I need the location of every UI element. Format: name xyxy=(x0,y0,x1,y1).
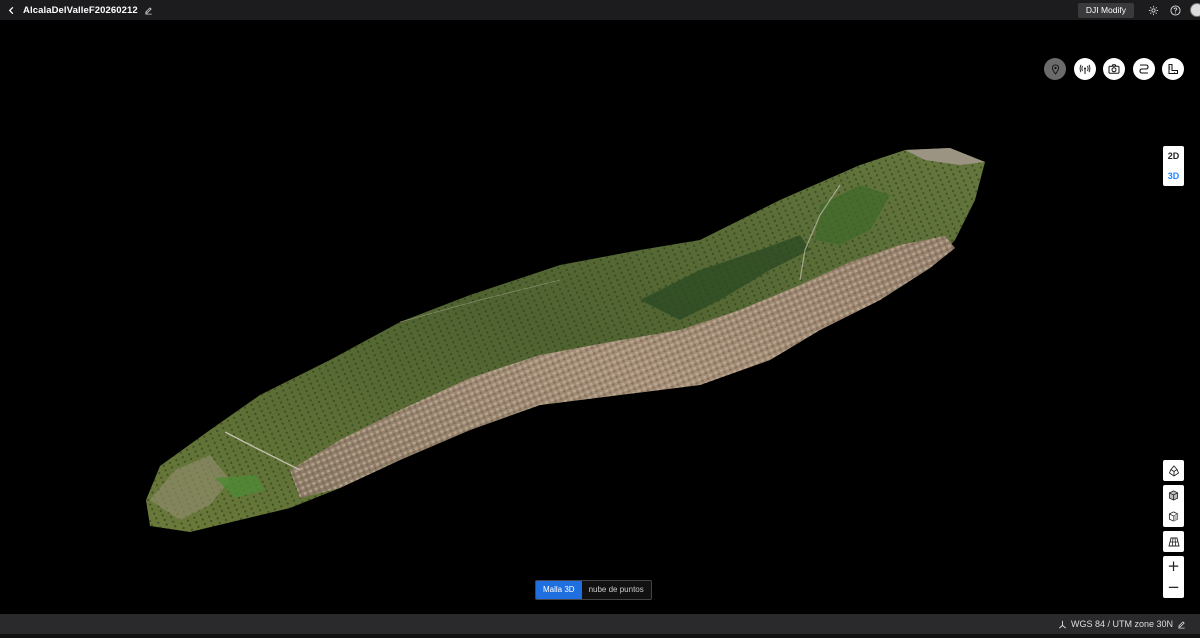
route-icon xyxy=(1139,64,1149,74)
back-button[interactable] xyxy=(1,0,21,20)
coordinate-system-label: WGS 84 / UTM zone 30N xyxy=(1070,619,1173,629)
project-title: AlcalaDelValleF20260212 xyxy=(23,4,138,16)
camera-button[interactable] xyxy=(1103,58,1126,80)
bottom-strip xyxy=(0,634,1200,638)
chevron-left-icon xyxy=(8,6,13,14)
coordinate-system-display: WGS 84 / UTM zone 30N xyxy=(1058,614,1186,634)
ruler-corner-icon xyxy=(1168,64,1179,74)
pointcloud-mode-button[interactable]: nube de puntos xyxy=(582,581,651,599)
settings-button[interactable] xyxy=(1146,3,1160,17)
user-avatar[interactable] xyxy=(1190,3,1200,17)
zoom-out-button[interactable]: − xyxy=(1163,577,1184,598)
pencil-icon xyxy=(145,6,152,14)
edit-title-button[interactable] xyxy=(144,6,153,15)
compass-icon xyxy=(1168,464,1179,477)
layers-button[interactable] xyxy=(1163,531,1184,552)
gear-icon xyxy=(1148,5,1158,15)
map-pin-icon xyxy=(1051,63,1059,75)
toggle-2d[interactable]: 2D xyxy=(1168,151,1180,161)
route-button[interactable] xyxy=(1132,58,1155,80)
location-pin-button[interactable] xyxy=(1044,58,1066,80)
cube-top-icon xyxy=(1168,490,1179,501)
pencil-icon[interactable] xyxy=(1177,620,1186,629)
display-mode-switch: Malla 3D nube de puntos xyxy=(535,580,652,600)
view-cube-controls xyxy=(1163,485,1184,527)
brand-button[interactable]: DJI Modify xyxy=(1077,2,1134,18)
grid-plane-icon xyxy=(1167,537,1180,546)
help-button[interactable] xyxy=(1168,3,1182,17)
status-bar: WGS 84 / UTM zone 30N xyxy=(0,614,1200,638)
map-tools xyxy=(1044,58,1192,80)
terrain-mesh[interactable] xyxy=(0,20,1200,614)
zoom-in-button[interactable]: + xyxy=(1163,556,1184,577)
dimension-toggle: 2D 3D xyxy=(1163,146,1184,186)
antenna-icon xyxy=(1079,64,1090,74)
mesh-mode-button[interactable]: Malla 3D xyxy=(536,581,582,599)
orientation-control xyxy=(1163,460,1184,481)
minus-icon: − xyxy=(1167,578,1180,596)
zoom-control: + − xyxy=(1163,556,1184,598)
side-view-button[interactable] xyxy=(1163,506,1184,527)
toggle-3d[interactable]: 3D xyxy=(1168,171,1180,181)
signal-button[interactable] xyxy=(1073,58,1096,80)
layers-control xyxy=(1163,531,1184,552)
top-view-button[interactable] xyxy=(1163,485,1184,506)
reset-orientation-button[interactable] xyxy=(1163,460,1184,481)
map-viewport[interactable]: 2D 3D + − Malla 3D nube de puntos xyxy=(0,20,1200,614)
measure-button[interactable] xyxy=(1162,58,1185,80)
axes-icon xyxy=(1059,620,1066,628)
top-bar: AlcalaDelValleF20260212 DJI Modify xyxy=(0,0,1200,20)
plus-icon: + xyxy=(1167,557,1180,575)
help-icon xyxy=(1169,4,1181,16)
camera-icon xyxy=(1108,64,1120,74)
cube-side-icon xyxy=(1168,511,1179,522)
